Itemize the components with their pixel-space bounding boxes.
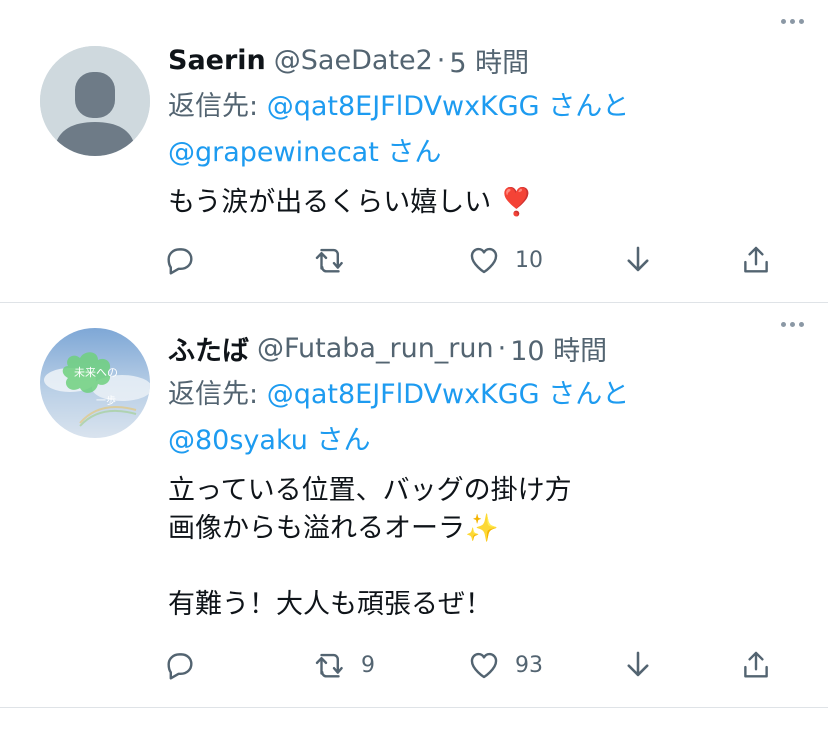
reply-prefix: 返信先:	[168, 379, 259, 410]
avatar[interactable]	[40, 46, 150, 156]
reply-to-line: 返信先: @qat8EJFlDVwxKGG さんと @grapewinecat …	[168, 84, 808, 176]
retweet-button[interactable]: 9	[313, 645, 375, 685]
reply-suffix: さん	[316, 425, 371, 456]
download-button[interactable]	[621, 240, 655, 280]
share-button[interactable]	[739, 645, 773, 685]
tweet-header: Saerin @SaeDate2 · 5 時間	[168, 36, 808, 84]
more-icon[interactable]	[776, 14, 808, 28]
tweet-header: ふたば @Futaba_run_run · 10 時間	[168, 324, 808, 372]
default-avatar-icon	[40, 46, 150, 156]
reply-button[interactable]	[163, 645, 211, 685]
download-button[interactable]	[621, 645, 655, 685]
like-icon	[470, 247, 498, 274]
avatar[interactable]: 未来への 一歩	[40, 328, 150, 438]
mention-link[interactable]: @qat8EJFlDVwxKGG	[267, 379, 540, 410]
reply-icon	[167, 248, 193, 275]
mention-link[interactable]: @grapewinecat	[168, 137, 379, 168]
like-button[interactable]: 93	[467, 645, 543, 685]
reply-to-line: 返信先: @qat8EJFlDVwxKGG さんと @80syaku さん	[168, 372, 808, 464]
reply-prefix: 返信先:	[168, 91, 259, 122]
share-icon	[744, 246, 768, 273]
like-count: 10	[515, 247, 543, 273]
retweet-icon	[315, 653, 343, 678]
svg-text:未来への: 未来への	[74, 366, 118, 379]
tweet-text: もう涙が出るくらい嬉しい ❣️	[168, 187, 534, 218]
like-button[interactable]: 10	[467, 240, 543, 280]
reply-conjunction: さんと	[548, 379, 630, 410]
reply-button[interactable]	[163, 240, 211, 280]
like-icon	[470, 652, 498, 679]
retweet-button[interactable]	[313, 240, 361, 280]
reply-icon	[167, 653, 193, 680]
timestamp[interactable]: 10 時間	[510, 329, 607, 368]
tweet-actions: 9 93	[163, 645, 783, 685]
retweet-count: 9	[361, 652, 375, 678]
separator-dot: ·	[436, 44, 446, 76]
like-count: 93	[515, 652, 543, 678]
tweet-item[interactable]: Saerin @SaeDate2 · 5 時間 返信先: @qat8EJFlDV…	[0, 0, 828, 302]
download-icon	[627, 246, 649, 272]
display-name[interactable]: ふたば	[168, 329, 249, 368]
svg-text:一歩: 一歩	[96, 394, 116, 407]
tweet-item[interactable]: 未来への 一歩 ふたば @Futaba_run_run · 10 時間 返信先:…	[0, 303, 828, 707]
tweet-actions: 10	[163, 240, 783, 280]
more-icon[interactable]	[776, 317, 808, 331]
timestamp[interactable]: 5 時間	[449, 41, 529, 80]
separator-dot: ·	[497, 332, 507, 364]
share-button[interactable]	[739, 240, 773, 280]
user-handle[interactable]: @SaeDate2	[274, 45, 433, 76]
retweet-icon	[315, 248, 343, 273]
tweet-text: 立っている位置、バッグの掛け方 画像からも溢れるオーラ✨ 有難う！大人も頑張るぜ…	[168, 475, 572, 620]
reply-conjunction: さんと	[548, 91, 630, 122]
mention-link[interactable]: @80syaku	[168, 425, 308, 456]
display-name[interactable]: Saerin	[168, 45, 266, 76]
user-handle[interactable]: @Futaba_run_run	[257, 333, 494, 364]
share-icon	[744, 651, 768, 678]
divider	[0, 707, 828, 708]
mention-link[interactable]: @qat8EJFlDVwxKGG	[267, 91, 540, 122]
profile-picture-icon: 未来への 一歩	[40, 328, 150, 438]
reply-suffix: さん	[387, 137, 442, 168]
download-icon	[627, 651, 649, 677]
